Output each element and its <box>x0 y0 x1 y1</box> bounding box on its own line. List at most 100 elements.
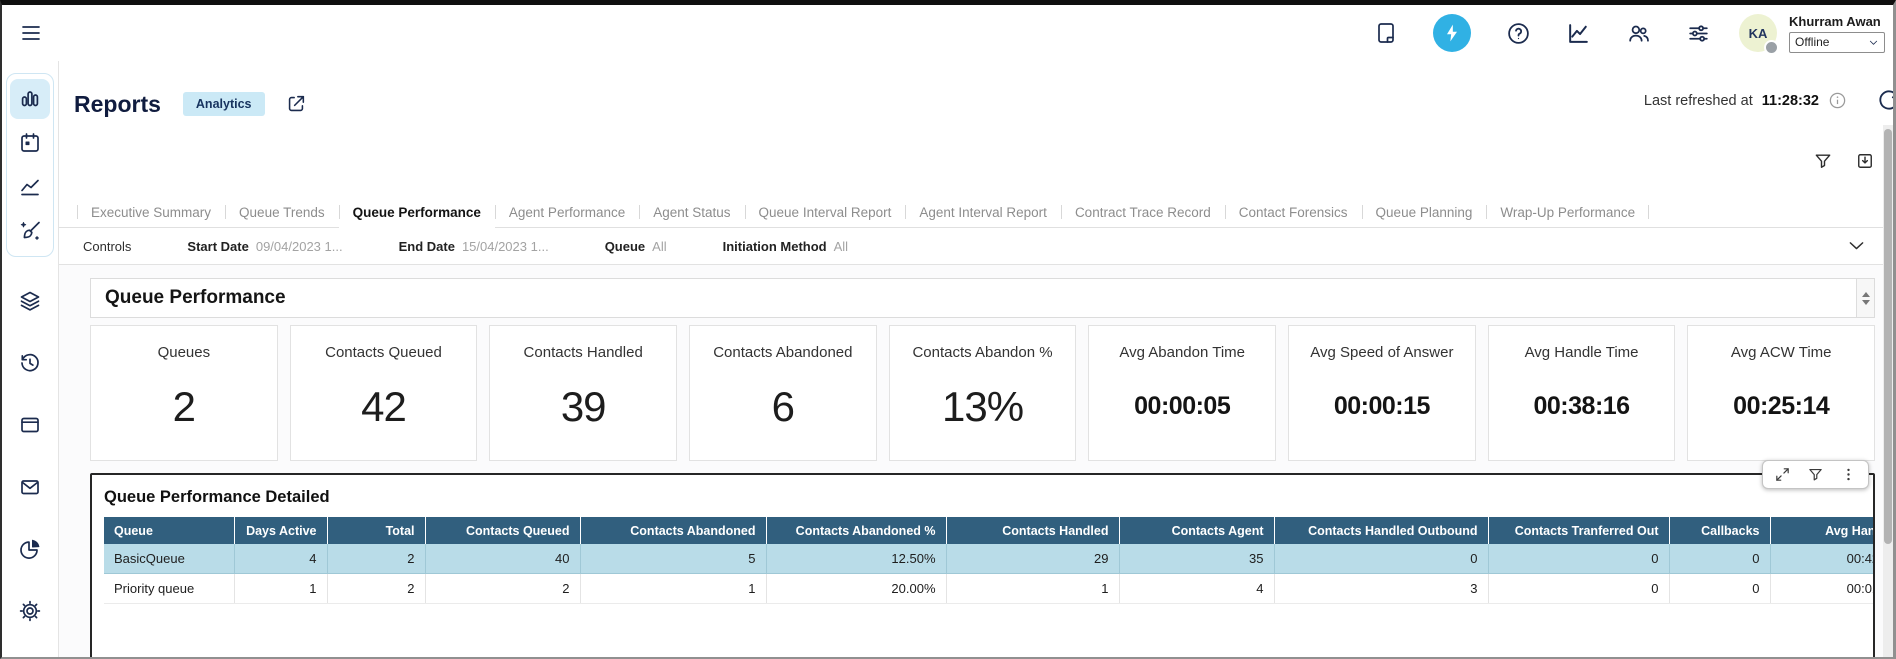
metrics-icon[interactable] <box>1565 20 1591 46</box>
table-cell: 0 <box>1488 574 1669 604</box>
tab-agent-performance[interactable]: Agent Performance <box>495 197 639 227</box>
layers-icon[interactable] <box>10 281 50 321</box>
users-icon[interactable] <box>1625 20 1651 46</box>
gear-icon[interactable] <box>10 591 50 631</box>
metric-value: 00:00:15 <box>1334 353 1430 460</box>
column-header-avg-handl[interactable]: Avg Handl. <box>1770 517 1873 544</box>
column-header-total[interactable]: Total <box>327 517 425 544</box>
tab-queue-planning[interactable]: Queue Planning <box>1362 197 1487 227</box>
body-row: Reports Analytics Last refreshed at 11:2… <box>2 61 1893 657</box>
column-header-contacts-handled[interactable]: Contacts Handled <box>946 517 1119 544</box>
column-header-contacts-handled-outbound[interactable]: Contacts Handled Outbound <box>1274 517 1488 544</box>
tab-queue-interval-report[interactable]: Queue Interval Report <box>745 197 906 227</box>
sliders-icon[interactable] <box>1685 20 1711 46</box>
sidebar <box>2 61 59 657</box>
column-header-contacts-tranferred-out[interactable]: Contacts Tranferred Out <box>1488 517 1669 544</box>
topbar: KA Khurram Awan Offline <box>2 5 1893 61</box>
tab-agent-status[interactable]: Agent Status <box>639 197 744 227</box>
expand-icon[interactable] <box>1774 466 1791 483</box>
column-header-contacts-abandoned[interactable]: Contacts Abandoned <box>580 517 766 544</box>
metric-value: 42 <box>361 353 406 460</box>
controls-collapse-icon[interactable] <box>1846 235 1867 256</box>
window-icon[interactable] <box>10 405 50 445</box>
metric-card-contacts-handled: Contacts Handled39 <box>489 325 677 461</box>
metric-card-avg-abandon-time: Avg Abandon Time00:00:05 <box>1088 325 1276 461</box>
column-header-queue[interactable]: Queue <box>104 517 234 544</box>
panel-body: Queue Performance Detailed QueueDays Act… <box>92 475 1873 657</box>
info-icon[interactable] <box>1828 91 1847 110</box>
lightning-icon[interactable] <box>1433 14 1471 52</box>
table-cell: 1 <box>234 574 327 604</box>
table-cell: 4 <box>1119 574 1274 604</box>
chevron-down-icon <box>1868 37 1879 48</box>
main: Reports Analytics Last refreshed at 11:2… <box>59 61 1893 657</box>
table-row-basicqueue[interactable]: BasicQueue4240512.50%293500000:42:2 <box>104 544 1873 574</box>
table-cell: 2 <box>425 574 580 604</box>
report-content: Queue Performance Queues2Contacts Queued… <box>59 265 1893 657</box>
pie-chart-icon[interactable] <box>10 529 50 569</box>
menu-icon[interactable] <box>18 20 44 46</box>
control-queue[interactable]: QueueAll <box>605 239 667 254</box>
page-title: Reports <box>74 91 161 118</box>
filter-icon[interactable] <box>1813 151 1833 171</box>
control-start-date[interactable]: Start Date09/04/2023 1... <box>187 239 342 254</box>
brush-icon[interactable] <box>10 211 50 251</box>
line-chart-icon[interactable] <box>10 167 50 207</box>
report-tabs: Executive SummaryQueue TrendsQueue Perfo… <box>59 197 1893 228</box>
section-spinner[interactable] <box>1856 279 1874 317</box>
scrollbar-thumb[interactable] <box>1884 129 1892 544</box>
scrollbar-track[interactable] <box>1883 125 1893 657</box>
spinner-up-icon[interactable] <box>1862 292 1870 297</box>
column-header-days-active[interactable]: Days Active <box>234 517 327 544</box>
metric-card-queues: Queues2 <box>90 325 278 461</box>
column-header-callbacks[interactable]: Callbacks <box>1669 517 1770 544</box>
export-icon[interactable] <box>1855 151 1875 171</box>
tab-contact-forensics[interactable]: Contact Forensics <box>1225 197 1362 227</box>
table-row-priority-queue[interactable]: Priority queue122120.00%1430000:01:1 <box>104 574 1873 604</box>
table-cell: 29 <box>946 544 1119 574</box>
control-field-value: 09/04/2023 1... <box>256 239 343 254</box>
metric-card-avg-acw-time: Avg ACW Time00:25:14 <box>1687 325 1875 461</box>
tab-contract-trace-record[interactable]: Contract Trace Record <box>1061 197 1225 227</box>
queue-performance-table: QueueDays ActiveTotalContacts QueuedCont… <box>104 517 1873 604</box>
table-panel: Queue Performance Detailed QueueDays Act… <box>90 473 1875 657</box>
control-field-value: All <box>652 239 666 254</box>
control-end-date[interactable]: End Date15/04/2023 1... <box>399 239 549 254</box>
controls-label: Controls <box>83 239 131 254</box>
column-header-contacts-queued[interactable]: Contacts Queued <box>425 517 580 544</box>
control-initiation-method[interactable]: Initiation MethodAll <box>723 239 848 254</box>
analytics-badge: Analytics <box>183 92 265 116</box>
last-refreshed-label: Last refreshed at <box>1644 93 1753 109</box>
tab-queue-trends[interactable]: Queue Trends <box>225 197 339 227</box>
metric-value: 2 <box>173 353 195 460</box>
kebab-menu-icon[interactable] <box>1840 466 1857 483</box>
mail-icon[interactable] <box>10 467 50 507</box>
refresh-icon[interactable] <box>1876 87 1893 113</box>
spinner-down-icon[interactable] <box>1862 300 1870 305</box>
bar-chart-icon[interactable] <box>10 79 50 119</box>
help-icon[interactable] <box>1505 20 1531 46</box>
calendar-icon[interactable] <box>10 123 50 163</box>
external-link-icon[interactable] <box>285 93 307 115</box>
column-header-contacts-abandoned[interactable]: Contacts Abandoned % <box>766 517 946 544</box>
table-cell: 0 <box>1669 544 1770 574</box>
tab-wrap-up-performance[interactable]: Wrap-Up Performance <box>1486 197 1649 227</box>
app-window: KA Khurram Awan Offline <box>0 0 1896 659</box>
table-cell: 1 <box>946 574 1119 604</box>
tab-queue-performance[interactable]: Queue Performance <box>339 197 495 228</box>
tab-agent-interval-report[interactable]: Agent Interval Report <box>905 197 1061 227</box>
metric-card-contacts-abandoned: Contacts Abandoned6 <box>689 325 877 461</box>
table-cell: 40 <box>425 544 580 574</box>
tab-executive-summary[interactable]: Executive Summary <box>77 197 225 227</box>
status-select-value: Offline <box>1795 35 1829 49</box>
control-fields: Start Date09/04/2023 1... End Date15/04/2… <box>187 239 904 254</box>
column-header-contacts-agent[interactable]: Contacts Agent <box>1119 517 1274 544</box>
page-header: Reports Analytics Last refreshed at 11:2… <box>59 61 1893 135</box>
table-filter-icon[interactable] <box>1807 466 1824 483</box>
avatar[interactable]: KA <box>1739 14 1777 52</box>
history-icon[interactable] <box>10 343 50 383</box>
status-select[interactable]: Offline <box>1789 32 1885 53</box>
note-icon[interactable] <box>1373 20 1399 46</box>
table-cell: 35 <box>1119 544 1274 574</box>
control-field-value: All <box>834 239 848 254</box>
